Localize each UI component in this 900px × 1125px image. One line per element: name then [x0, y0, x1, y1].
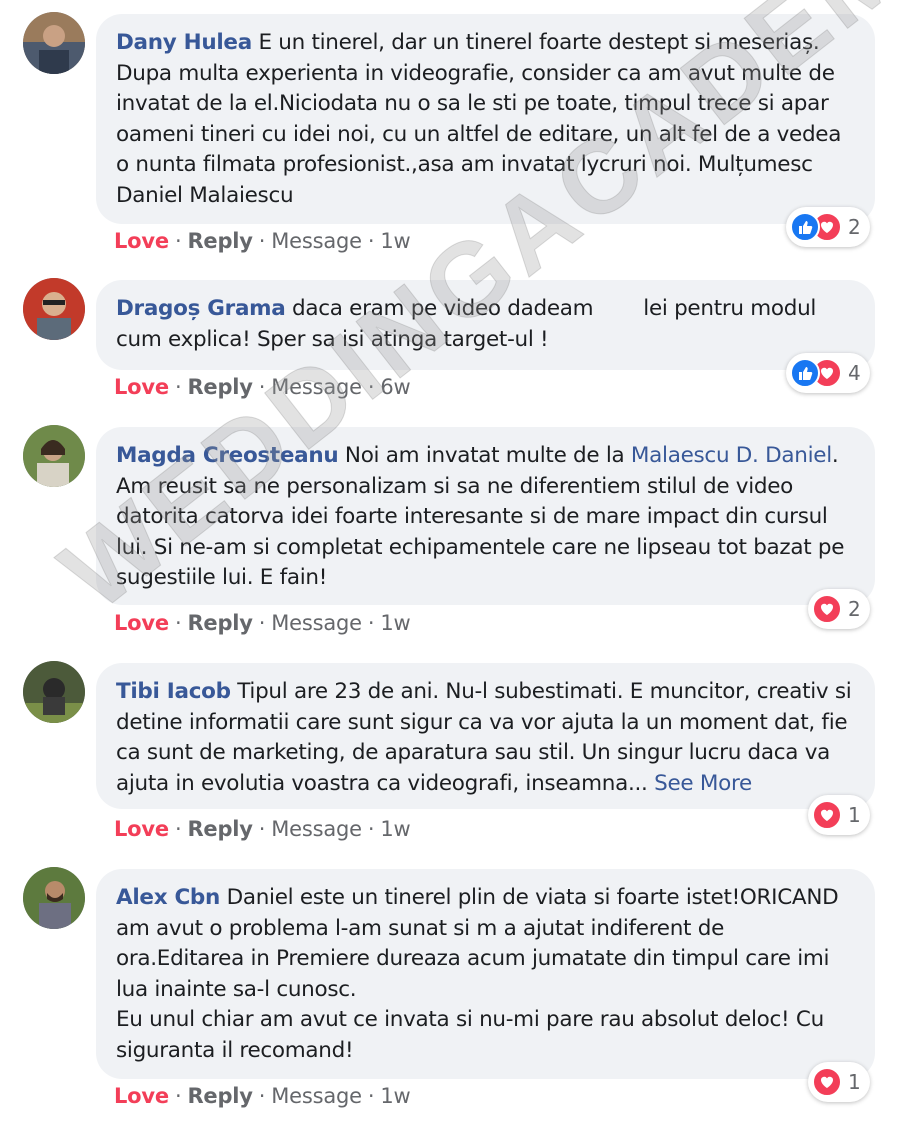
love-button[interactable]: Love	[114, 817, 169, 841]
reply-button[interactable]: Reply	[187, 611, 253, 635]
avatar[interactable]	[23, 661, 85, 723]
avatar[interactable]	[23, 12, 85, 74]
message-button[interactable]: Message	[271, 229, 362, 253]
see-more-link[interactable]: See More	[654, 771, 752, 796]
like-icon	[790, 212, 820, 242]
comment-actions: Love · Reply · Message · 1w	[114, 1084, 411, 1108]
separator: ·	[258, 817, 266, 841]
separator: ·	[174, 229, 182, 253]
love-icon	[812, 594, 842, 624]
separator: ·	[367, 817, 375, 841]
love-button[interactable]: Love	[114, 229, 169, 253]
comment-bubble: Dany Hulea E un tinerel, dar un tinerel …	[96, 14, 875, 224]
comment-bubble: Alex Cbn Daniel este un tinerel plin de …	[96, 869, 875, 1079]
comment-author[interactable]: Magda Creosteanu	[116, 443, 339, 468]
timestamp[interactable]: 1w	[380, 1084, 410, 1108]
comment-actions: Love · Reply · Message · 1w	[114, 817, 411, 841]
comment-bubble: Tibi Iacob Tipul are 23 de ani. Nu-l sub…	[96, 663, 875, 809]
love-icon	[812, 800, 842, 830]
message-button[interactable]: Message	[271, 817, 362, 841]
comment-bubble: Magda Creosteanu Noi am invatat multe de…	[96, 427, 875, 605]
separator: ·	[174, 1084, 182, 1108]
reply-button[interactable]: Reply	[187, 229, 253, 253]
comment-actions: Love · Reply · Message · 1w	[114, 611, 411, 635]
comment-author[interactable]: Alex Cbn	[116, 885, 220, 910]
reactions-summary[interactable]: 4	[786, 353, 870, 393]
message-button[interactable]: Message	[271, 1084, 362, 1108]
comment-author[interactable]: Dany Hulea	[116, 30, 252, 55]
message-button[interactable]: Message	[271, 375, 362, 399]
love-button[interactable]: Love	[114, 375, 169, 399]
comment-actions: Love · Reply · Message · 6w	[114, 375, 411, 399]
separator: ·	[367, 1084, 375, 1108]
comment-actions: Love · Reply · Message · 1w	[114, 229, 411, 253]
reactions-summary[interactable]: 2	[786, 207, 870, 247]
reaction-count: 4	[848, 361, 861, 385]
separator: ·	[367, 611, 375, 635]
reply-button[interactable]: Reply	[187, 817, 253, 841]
separator: ·	[258, 375, 266, 399]
love-icon	[812, 1067, 842, 1097]
avatar[interactable]	[23, 867, 85, 929]
comment-author[interactable]: Dragoș Grama	[116, 296, 286, 321]
love-button[interactable]: Love	[114, 1084, 169, 1108]
message-button[interactable]: Message	[271, 611, 362, 635]
timestamp[interactable]: 6w	[380, 375, 410, 399]
timestamp[interactable]: 1w	[380, 611, 410, 635]
separator: ·	[258, 1084, 266, 1108]
mention-link[interactable]: Malaescu D. Daniel	[631, 443, 832, 468]
reaction-count: 1	[848, 803, 861, 827]
comment-text: daca eram pe video dadeam	[285, 296, 594, 321]
like-icon	[790, 358, 820, 388]
reaction-count: 2	[848, 215, 861, 239]
avatar[interactable]	[23, 425, 85, 487]
comment-author[interactable]: Tibi Iacob	[116, 679, 231, 704]
separator: ·	[258, 229, 266, 253]
reactions-summary[interactable]: 1	[808, 1062, 870, 1102]
reaction-count: 2	[848, 597, 861, 621]
timestamp[interactable]: 1w	[380, 229, 410, 253]
comment-text: Daniel este un tinerel plin de viata si …	[116, 885, 839, 1002]
separator: ·	[174, 817, 182, 841]
reply-button[interactable]: Reply	[187, 375, 253, 399]
separator: ·	[258, 611, 266, 635]
separator: ·	[174, 611, 182, 635]
comment-bubble: Dragoș Grama daca eram pe video dadeam le…	[96, 280, 875, 370]
comment-text: Noi am invatat multe de la	[338, 443, 631, 468]
love-button[interactable]: Love	[114, 611, 169, 635]
reactions-summary[interactable]: 2	[808, 589, 870, 629]
timestamp[interactable]: 1w	[380, 817, 410, 841]
separator: ·	[174, 375, 182, 399]
separator: ·	[367, 229, 375, 253]
comment-text: E un tinerel, dar un tinerel foarte dest…	[116, 30, 842, 208]
avatar[interactable]	[23, 278, 85, 340]
separator: ·	[367, 375, 375, 399]
reactions-summary[interactable]: 1	[808, 795, 870, 835]
comment-text: Eu unul chiar am avut ce invata si nu-mi…	[116, 1007, 824, 1063]
reply-button[interactable]: Reply	[187, 1084, 253, 1108]
reaction-count: 1	[848, 1070, 861, 1094]
